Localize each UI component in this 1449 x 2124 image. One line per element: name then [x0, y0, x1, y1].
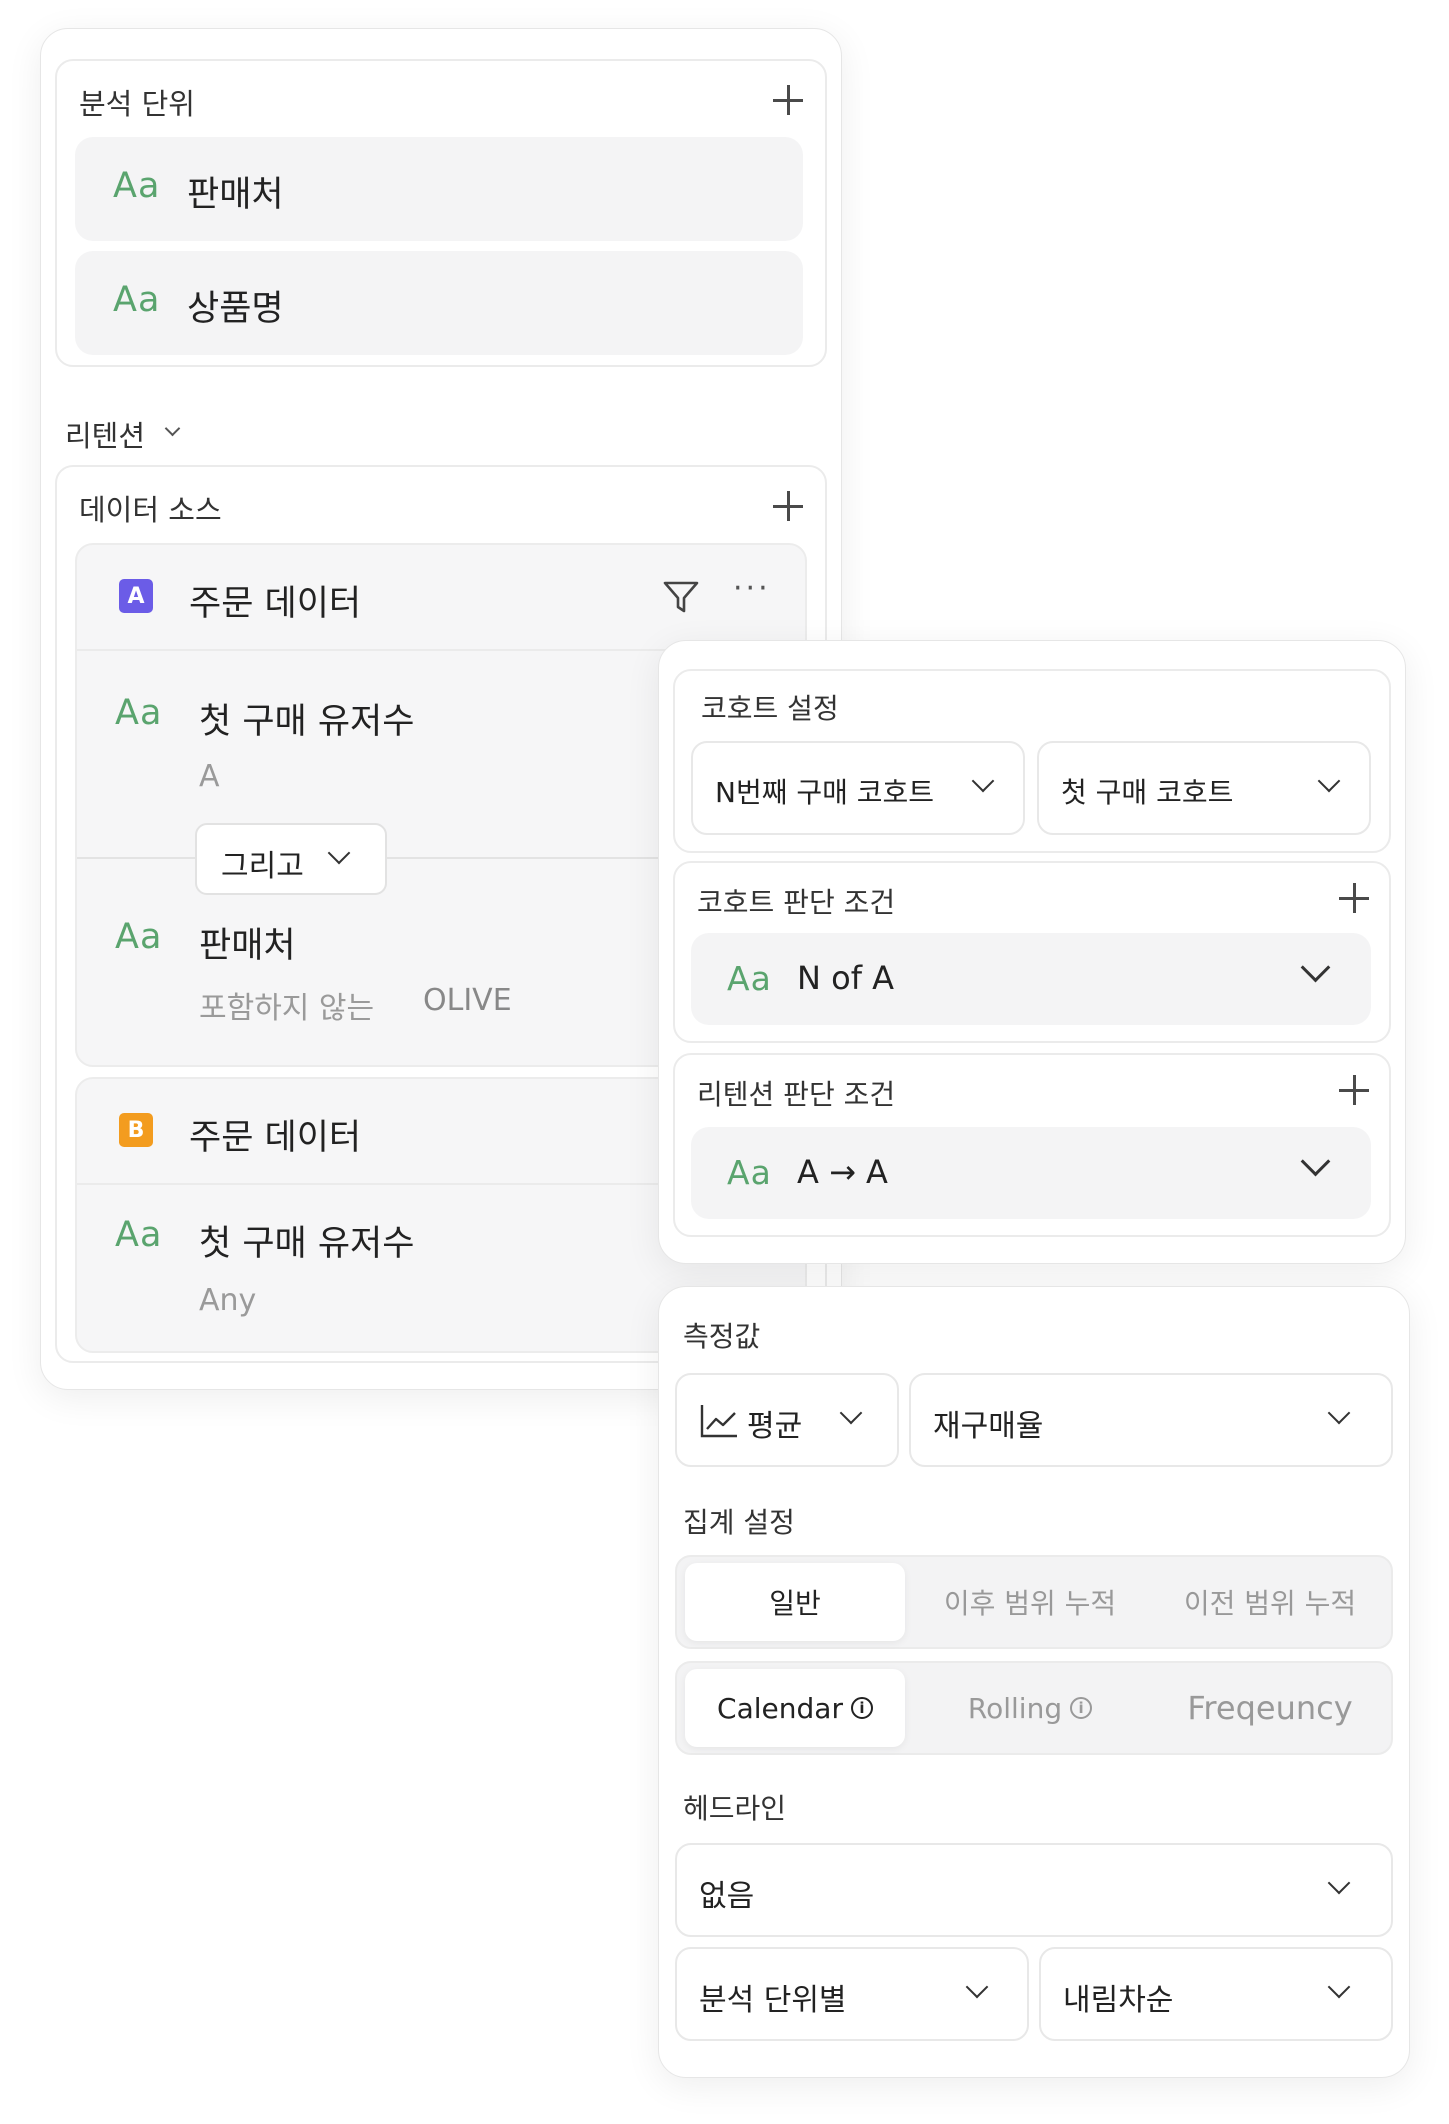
chevron-down-icon [839, 1401, 863, 1425]
text-type-icon: Aa [115, 1215, 163, 1255]
chevron-down-icon [1300, 952, 1331, 983]
tab-cumulative-after[interactable]: 이후 범위 누적 [915, 1563, 1145, 1641]
retention-condition-value: A → A [797, 1153, 888, 1191]
cohort-condition-select[interactable]: Aa N of A [691, 933, 1371, 1025]
condition-detail: Any [199, 1283, 257, 1318]
retention-condition-select[interactable]: Aa A → A [691, 1127, 1371, 1219]
chevron-down-icon [327, 841, 351, 865]
chevron-down-icon [1327, 1401, 1351, 1425]
tab-rolling[interactable]: Rolling [915, 1669, 1145, 1747]
add-analysis-unit-button[interactable] [773, 85, 803, 115]
condition-value: OLIVE [423, 983, 512, 1018]
tab-rolling-label: Rolling [967, 1691, 1063, 1725]
analysis-unit-item[interactable]: Aa 판매처 [75, 137, 803, 241]
info-icon[interactable] [850, 1697, 873, 1719]
period-type-tabs: Calendar Rolling Freqeuncy [675, 1661, 1393, 1755]
text-type-icon: Aa [727, 959, 772, 998]
cohort-settings-section: 코호트 설정 N번째 구매 코호트 첫 구매 코호트 [673, 669, 1391, 853]
cohort-condition-section: 코호트 판단 조건 Aa N of A [673, 861, 1391, 1043]
add-retention-condition-button[interactable] [1339, 1075, 1369, 1105]
group-by-select[interactable]: 분석 단위별 [675, 1947, 1029, 2041]
aggregation-select[interactable]: 평균 [675, 1373, 899, 1467]
headline-value: 없음 [699, 1879, 755, 1914]
cohort-type-value: N번째 구매 코호트 [715, 776, 935, 809]
analysis-unit-item-label: 상품명 [187, 289, 284, 329]
text-type-icon: Aa [113, 280, 161, 320]
cohort-condition-value: N of A [797, 959, 895, 997]
chevron-down-icon [164, 420, 181, 437]
condition-label: 첫 구매 유저수 [199, 1224, 415, 1264]
analysis-unit-section: 분석 단위 Aa 판매처 Aa 상품명 [55, 59, 827, 367]
text-type-icon: Aa [727, 1153, 772, 1192]
tab-calendar[interactable]: Calendar [685, 1669, 905, 1747]
condition-operator: 포함하지 않는 [199, 991, 375, 1026]
tab-frequency[interactable]: Freqeuncy [1155, 1669, 1385, 1747]
condition-label: 판매처 [199, 926, 296, 966]
analysis-unit-item[interactable]: Aa 상품명 [75, 251, 803, 355]
sort-order-select[interactable]: 내림차순 [1039, 1947, 1393, 2041]
info-icon[interactable] [1070, 1697, 1093, 1719]
condition-label: 첫 구매 유저수 [199, 702, 415, 742]
analysis-type-dropdown[interactable]: 리텐션 [65, 411, 205, 453]
condition-detail: A [199, 759, 220, 794]
cohort-basis-value: 첫 구매 코호트 [1061, 776, 1234, 809]
cohort-condition-label: 코호트 판단 조건 [697, 886, 896, 919]
aggregate-mode-tabs: 일반 이후 범위 누적 이전 범위 누적 [675, 1555, 1393, 1649]
chevron-down-icon [1317, 769, 1341, 793]
metric-select[interactable]: 재구매율 [909, 1373, 1393, 1467]
tab-calendar-label: Calendar [717, 1691, 843, 1725]
data-source-name: 주문 데이터 [189, 584, 362, 624]
aggregation-value: 평균 [747, 1409, 803, 1444]
measure-panel: 측정값 평균 재구매율 집계 설정 일반 이후 범위 누적 이전 범위 누적 C… [658, 1286, 1410, 2078]
chevron-down-icon [965, 1975, 989, 1999]
tab-general[interactable]: 일반 [685, 1563, 905, 1641]
line-chart-icon [700, 1405, 737, 1438]
connector-label: 그리고 [221, 849, 304, 884]
text-type-icon: Aa [115, 917, 163, 957]
analysis-type-label: 리텐션 [65, 419, 146, 453]
more-options-icon[interactable]: ··· [733, 571, 771, 606]
measure-label: 측정값 [683, 1320, 761, 1353]
tab-cumulative-before[interactable]: 이전 범위 누적 [1155, 1563, 1385, 1641]
headline-label: 헤드라인 [683, 1792, 787, 1825]
retention-condition-section: 리텐션 판단 조건 Aa A → A [673, 1053, 1391, 1237]
group-by-value: 분석 단위별 [699, 1983, 847, 2018]
retention-condition-label: 리텐션 판단 조건 [697, 1078, 896, 1111]
filter-icon[interactable] [661, 577, 701, 617]
analysis-unit-item-label: 판매처 [187, 175, 284, 215]
chevron-down-icon [1300, 1146, 1331, 1177]
chevron-down-icon [1327, 1975, 1351, 1999]
data-source-header[interactable]: A 주문 데이터 ··· [77, 545, 805, 651]
text-type-icon: Aa [115, 693, 163, 733]
aggregate-settings-label: 집계 설정 [683, 1506, 795, 1539]
data-source-name: 주문 데이터 [189, 1118, 362, 1158]
data-source-label: 데이터 소스 [79, 493, 222, 527]
chevron-down-icon [1327, 1871, 1351, 1895]
connector-dropdown[interactable]: 그리고 [195, 823, 387, 895]
source-badge-b: B [119, 1113, 153, 1147]
cohort-settings-label: 코호트 설정 [701, 692, 839, 725]
text-type-icon: Aa [113, 166, 161, 206]
cohort-type-select[interactable]: N번째 구매 코호트 [691, 741, 1025, 835]
cohort-basis-select[interactable]: 첫 구매 코호트 [1037, 741, 1371, 835]
headline-select[interactable]: 없음 [675, 1843, 1393, 1937]
add-data-source-button[interactable] [773, 491, 803, 521]
chevron-down-icon [971, 769, 995, 793]
analysis-unit-label: 분석 단위 [79, 87, 195, 121]
add-cohort-condition-button[interactable] [1339, 883, 1369, 913]
metric-value: 재구매율 [933, 1409, 1044, 1444]
cohort-panel: 코호트 설정 N번째 구매 코호트 첫 구매 코호트 코호트 판단 조건 Aa … [658, 640, 1406, 1264]
source-badge-a: A [119, 579, 153, 613]
sort-order-value: 내림차순 [1063, 1983, 1174, 2018]
